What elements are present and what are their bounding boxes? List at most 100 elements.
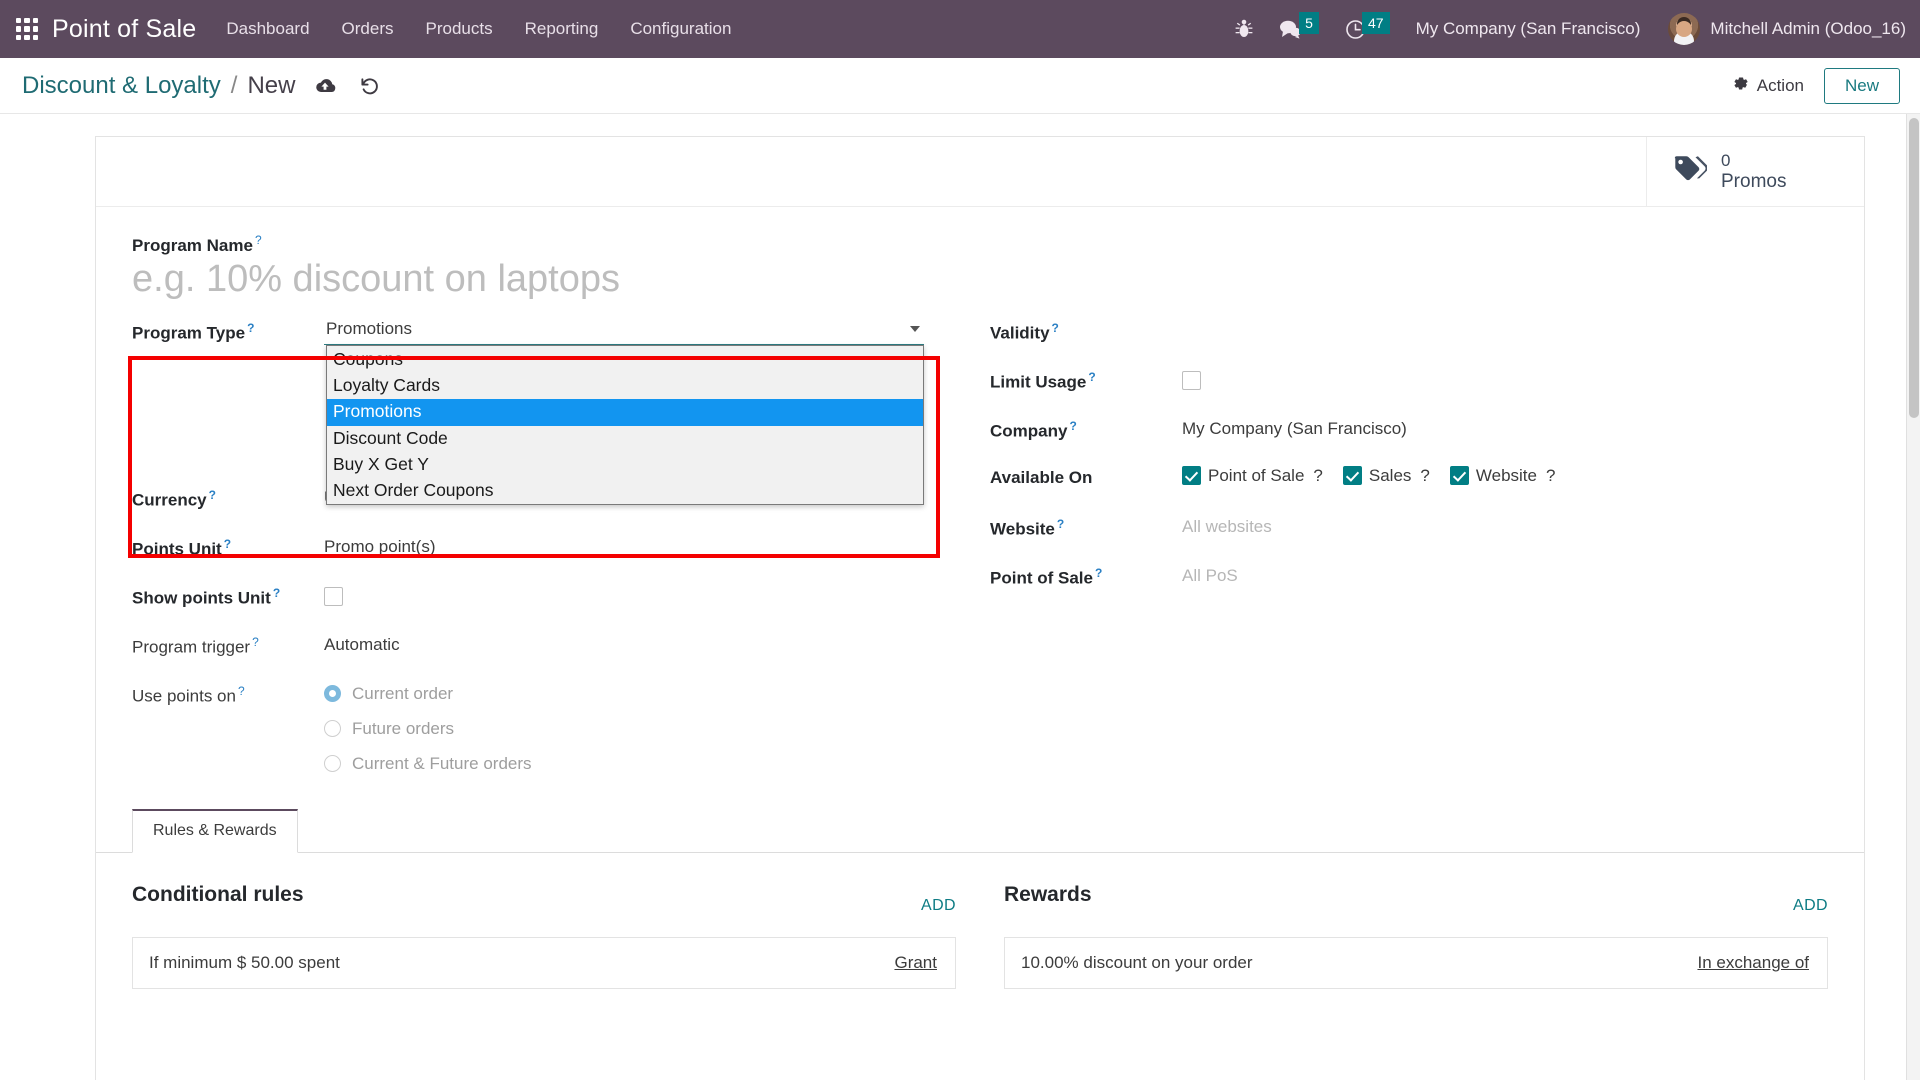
- company-switcher[interactable]: My Company (San Francisco): [1416, 19, 1641, 39]
- help-marker[interactable]: ?: [1088, 370, 1095, 384]
- menu-item-orders[interactable]: Orders: [342, 19, 394, 39]
- field-available-on: Available On Point of Sale? Sales? Websi…: [990, 464, 1828, 513]
- user-menu[interactable]: Mitchell Admin (Odoo_16): [1668, 13, 1906, 45]
- available-on-point-of-sale[interactable]: Point of Sale?: [1182, 466, 1323, 486]
- conditional-rule-grant-link[interactable]: Grant: [894, 953, 937, 973]
- available-on-website[interactable]: Website?: [1449, 466, 1555, 486]
- program-type-dropdown-list[interactable]: Coupons Loyalty Cards Promotions Discoun…: [326, 344, 924, 506]
- conditional-rule-text: If minimum $ 50.00 spent: [149, 952, 340, 972]
- radio-dot: [324, 755, 341, 773]
- add-conditional-rule-button[interactable]: ADD: [921, 897, 956, 915]
- action-menu-button[interactable]: Action: [1732, 75, 1804, 97]
- rewards-title: Rewards: [1004, 882, 1092, 906]
- messages-icon-button[interactable]: 5: [1279, 12, 1319, 39]
- sales-checkbox[interactable]: [1342, 466, 1362, 486]
- field-company: Company? My Company (San Francisco): [990, 415, 1828, 464]
- conditional-rule-row[interactable]: If minimum $ 50.00 spent Grant: [132, 936, 956, 989]
- menu-item-products[interactable]: Products: [426, 19, 493, 39]
- menu-item-dashboard[interactable]: Dashboard: [226, 19, 309, 39]
- field-point-of-sale: Point of Sale? All PoS: [990, 562, 1828, 611]
- website-checkbox[interactable]: [1449, 466, 1469, 486]
- help-marker[interactable]: ?: [273, 586, 280, 600]
- dropdown-option-buy-x-get-y[interactable]: Buy X Get Y: [327, 452, 923, 478]
- form-left-column: Program Type? Promotions Coupons Loyalty…: [132, 316, 970, 774]
- help-marker[interactable]: ?: [255, 233, 262, 247]
- rewards-section: Rewards ADD 10.00% discount on your orde…: [1004, 883, 1828, 989]
- menu-item-configuration[interactable]: Configuration: [630, 19, 731, 39]
- user-name-label: Mitchell Admin (Odoo_16): [1710, 19, 1906, 38]
- dropdown-option-discount-code[interactable]: Discount Code: [327, 426, 923, 452]
- app-brand-point-of-sale[interactable]: Point of Sale: [52, 15, 196, 44]
- points-unit-value[interactable]: Promo point(s): [324, 533, 970, 557]
- add-reward-button[interactable]: ADD: [1793, 897, 1828, 915]
- form-right-column: Validity? Limit Usage? Company? My Compa…: [990, 317, 1828, 774]
- undo-icon[interactable]: [359, 76, 381, 96]
- stat-button-box: 0 Promos: [96, 137, 1864, 208]
- user-avatar: [1668, 13, 1701, 45]
- radio-dot: [324, 720, 341, 738]
- dropdown-option-next-order-coupons[interactable]: Next Order Coupons: [327, 478, 923, 504]
- radio-label: Current order: [352, 683, 454, 703]
- vertical-scrollbar[interactable]: [1906, 114, 1920, 1080]
- field-limit-usage: Limit Usage?: [990, 366, 1828, 415]
- radio-current-order[interactable]: Current order: [324, 684, 532, 704]
- record-actions: [313, 76, 381, 96]
- cloud-upload-icon[interactable]: [313, 77, 337, 95]
- point-of-sale-placeholder[interactable]: All PoS: [1182, 562, 1828, 586]
- radio-label: Future orders: [352, 718, 455, 738]
- stat-button-promos[interactable]: 0 Promos: [1646, 137, 1864, 207]
- breadcrumb-root[interactable]: Discount & Loyalty: [22, 72, 221, 100]
- field-website: Website? All websites: [990, 513, 1828, 562]
- available-on-label-item: Point of Sale: [1208, 465, 1305, 485]
- bug-icon[interactable]: [1235, 19, 1253, 39]
- reward-row[interactable]: 10.00% discount on your order In exchang…: [1004, 936, 1828, 989]
- tags-icon: [1673, 155, 1709, 188]
- points-unit-label: Points Unit?: [132, 536, 232, 559]
- activities-icon-button[interactable]: 47: [1345, 12, 1390, 40]
- program-trigger-value[interactable]: Automatic: [324, 631, 970, 655]
- scrollbar-thumb[interactable]: [1909, 118, 1919, 418]
- help-marker[interactable]: ?: [209, 488, 216, 502]
- help-marker[interactable]: ?: [1069, 419, 1076, 433]
- available-on-sales[interactable]: Sales?: [1342, 466, 1430, 486]
- help-marker[interactable]: ?: [224, 537, 231, 551]
- field-program-trigger: Program trigger? Automatic: [132, 631, 970, 680]
- reward-in-exchange-of-link[interactable]: In exchange of: [1697, 953, 1809, 973]
- help-marker[interactable]: ?: [1420, 466, 1429, 486]
- available-on-label: Available On: [990, 467, 1093, 487]
- show-points-unit-checkbox[interactable]: [324, 586, 343, 606]
- help-marker[interactable]: ?: [252, 635, 259, 649]
- radio-future-orders[interactable]: Future orders: [324, 719, 532, 739]
- help-marker[interactable]: ?: [1095, 566, 1102, 580]
- new-record-button[interactable]: New: [1823, 67, 1900, 104]
- help-marker[interactable]: ?: [238, 684, 245, 698]
- help-marker[interactable]: ?: [247, 321, 254, 335]
- dropdown-option-coupons[interactable]: Coupons: [327, 347, 923, 373]
- help-marker[interactable]: ?: [1313, 466, 1322, 486]
- help-marker[interactable]: ?: [1057, 517, 1064, 531]
- reward-text: 10.00% discount on your order: [1021, 952, 1253, 972]
- point-of-sale-checkbox[interactable]: [1182, 466, 1201, 486]
- program-name-input[interactable]: [132, 257, 832, 301]
- currency-label: Currency?: [132, 487, 216, 510]
- program-name-group: Program Name?: [132, 233, 1828, 301]
- company-value[interactable]: My Company (San Francisco): [1182, 415, 1828, 439]
- menu-item-reporting[interactable]: Reporting: [525, 19, 599, 39]
- limit-usage-checkbox[interactable]: [1182, 370, 1201, 390]
- field-points-unit: Points Unit? Promo point(s): [132, 533, 970, 582]
- dropdown-option-promotions[interactable]: Promotions: [327, 399, 923, 426]
- dropdown-option-loyalty-cards[interactable]: Loyalty Cards: [327, 373, 923, 399]
- help-marker[interactable]: ?: [1546, 466, 1555, 486]
- website-placeholder[interactable]: All websites: [1182, 513, 1828, 537]
- control-panel: Discount & Loyalty / New Action New: [0, 58, 1920, 114]
- program-trigger-label: Program trigger?: [132, 634, 259, 657]
- help-marker[interactable]: ?: [1052, 321, 1059, 335]
- tab-rules-and-rewards[interactable]: Rules & Rewards: [132, 808, 298, 853]
- validity-value[interactable]: [1182, 317, 1828, 321]
- program-type-selected-value: Promotions: [326, 318, 412, 338]
- field-program-type: Program Type? Promotions Coupons Loyalty…: [132, 316, 970, 506]
- available-on-group: Point of Sale? Sales? Website?: [1182, 464, 1565, 486]
- radio-current-and-future-orders[interactable]: Current & Future orders: [324, 754, 532, 774]
- apps-grid-icon[interactable]: [16, 18, 38, 40]
- program-type-select[interactable]: Promotions: [324, 316, 924, 345]
